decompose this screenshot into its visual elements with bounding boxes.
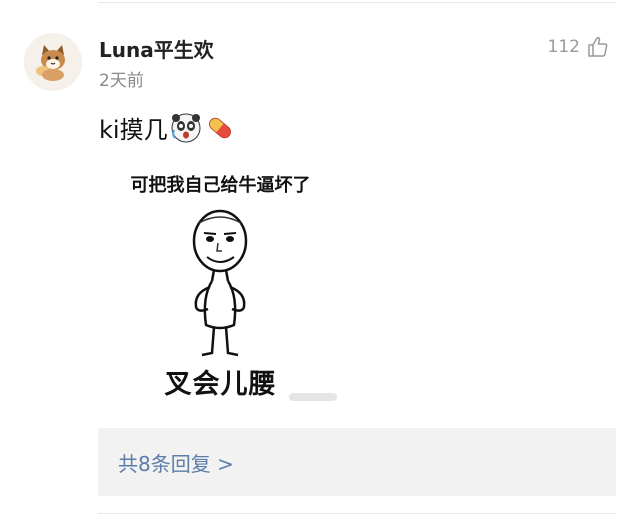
pill-emoji-icon [208, 117, 231, 138]
comment-time: 2天前 [99, 71, 144, 91]
top-divider [98, 2, 616, 3]
like-button[interactable]: 112 [548, 34, 610, 60]
view-replies-button[interactable]: 共8条回复 > [98, 428, 616, 496]
cat-avatar-icon [24, 33, 82, 91]
user-avatar[interactable] [24, 33, 82, 91]
bottom-divider [98, 513, 616, 514]
surprised-panda-emoji-icon [171, 113, 201, 142]
comment-text: ki摸几 [99, 110, 236, 145]
like-count: 112 [547, 37, 580, 57]
username[interactable]: Luna平生欢 [99, 34, 214, 63]
meme-image[interactable]: 可把我自己给牛逼坏了 叉会儿腰 [98, 157, 343, 407]
replies-label: 共8条回复 > [118, 451, 234, 476]
weibo-watermark [289, 393, 337, 401]
thumbs-up-icon [588, 36, 608, 57]
comment-body: ki摸几 [99, 116, 168, 144]
